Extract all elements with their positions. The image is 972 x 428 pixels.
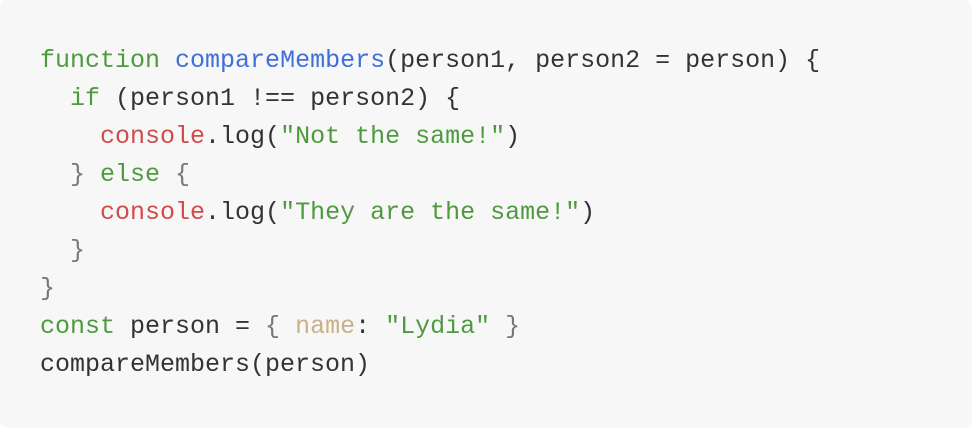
code-line-6: } [40,232,932,270]
code-line-9: compareMembers(person) [40,346,932,384]
code-line-7: } [40,270,932,308]
string-literal: "They are the same!" [280,198,581,227]
keyword-else: else [85,160,176,189]
log-call: .log( [205,122,281,151]
variable-declaration: person = [115,312,266,341]
code-line-5: console.log("They are the same!") [100,198,596,227]
console-object: console [100,122,206,151]
function-call: compareMembers(person) [40,350,371,379]
opening-brace: { [265,312,296,341]
opening-brace: { [175,160,191,189]
keyword-function: function [40,46,161,75]
closing-brace: } [70,160,86,189]
function-params: (person1, person2 = person) { [385,46,821,75]
closing-brace: } [70,236,86,265]
closing-brace: } [40,274,56,303]
code-line-3: console.log("Not the same!") [100,122,521,151]
closing-brace: } [490,312,521,341]
function-name: compareMembers [175,46,386,75]
code-line-2: if (person1 !== person2) { [40,80,932,118]
keyword-if: if [70,84,101,113]
code-block: function compareMembers(person1, person2… [0,0,972,428]
code-line-1: function compareMembers(person1, person2… [40,42,932,80]
string-literal: "Not the same!" [280,122,506,151]
keyword-const: const [40,312,116,341]
console-object: console [100,198,206,227]
log-call: .log( [205,198,281,227]
if-condition: (person1 !== person2) { [100,84,461,113]
code-line-8: const person = { name: "Lydia" } [40,312,521,341]
property-name: name [295,312,356,341]
code-line-4: } else { [40,156,932,194]
string-literal: "Lydia" [385,312,491,341]
